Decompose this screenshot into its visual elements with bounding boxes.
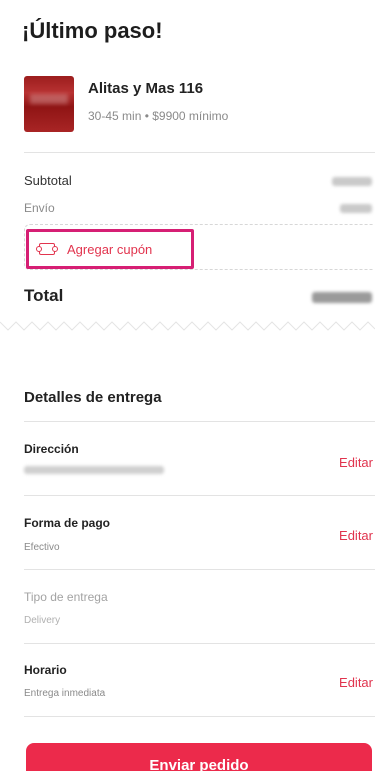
subtotal-value-redacted bbox=[332, 177, 372, 186]
add-coupon-label: Agregar cupón bbox=[67, 241, 153, 257]
restaurant-card: Alitas y Mas 116 30-45 min • $9900 mínim… bbox=[24, 74, 354, 136]
page-title: ¡Último paso! bbox=[22, 18, 163, 43]
divider bbox=[24, 421, 375, 422]
divider bbox=[24, 152, 375, 153]
edit-address-link[interactable]: Editar bbox=[339, 455, 373, 470]
restaurant-thumbnail bbox=[24, 76, 74, 132]
delivery-type-title: Tipo de entrega bbox=[24, 590, 108, 604]
payment-value: Efectivo bbox=[24, 542, 60, 553]
total-label: Total bbox=[24, 286, 64, 305]
edit-schedule-link[interactable]: Editar bbox=[339, 675, 373, 690]
delivery-section-title: Detalles de entrega bbox=[24, 389, 162, 406]
divider bbox=[24, 716, 375, 717]
submit-order-label: Enviar pedido bbox=[149, 757, 249, 771]
payment-title: Forma de pago bbox=[24, 516, 111, 530]
divider bbox=[24, 569, 375, 570]
receipt-edge bbox=[0, 321, 375, 331]
edit-payment-link[interactable]: Editar bbox=[339, 528, 373, 543]
delivery-type-value: Delivery bbox=[24, 615, 61, 626]
schedule-value: Entrega inmediata bbox=[24, 688, 106, 699]
subtotal-label: Subtotal bbox=[24, 173, 72, 188]
restaurant-meta: 30-45 min • $9900 mínimo bbox=[88, 109, 229, 123]
address-title: Dirección bbox=[24, 442, 79, 456]
divider bbox=[24, 643, 375, 644]
ticket-icon bbox=[36, 243, 58, 255]
submit-order-button[interactable]: Enviar pedido bbox=[26, 743, 372, 771]
schedule-title: Horario bbox=[24, 663, 67, 677]
add-coupon-button[interactable]: Agregar cupón bbox=[26, 229, 194, 269]
shipping-label: Envío bbox=[24, 201, 55, 215]
shipping-value-redacted bbox=[340, 204, 372, 213]
divider bbox=[24, 495, 375, 496]
address-value-redacted bbox=[24, 466, 164, 474]
restaurant-name: Alitas y Mas 116 bbox=[88, 80, 204, 97]
total-value-redacted bbox=[312, 292, 372, 303]
